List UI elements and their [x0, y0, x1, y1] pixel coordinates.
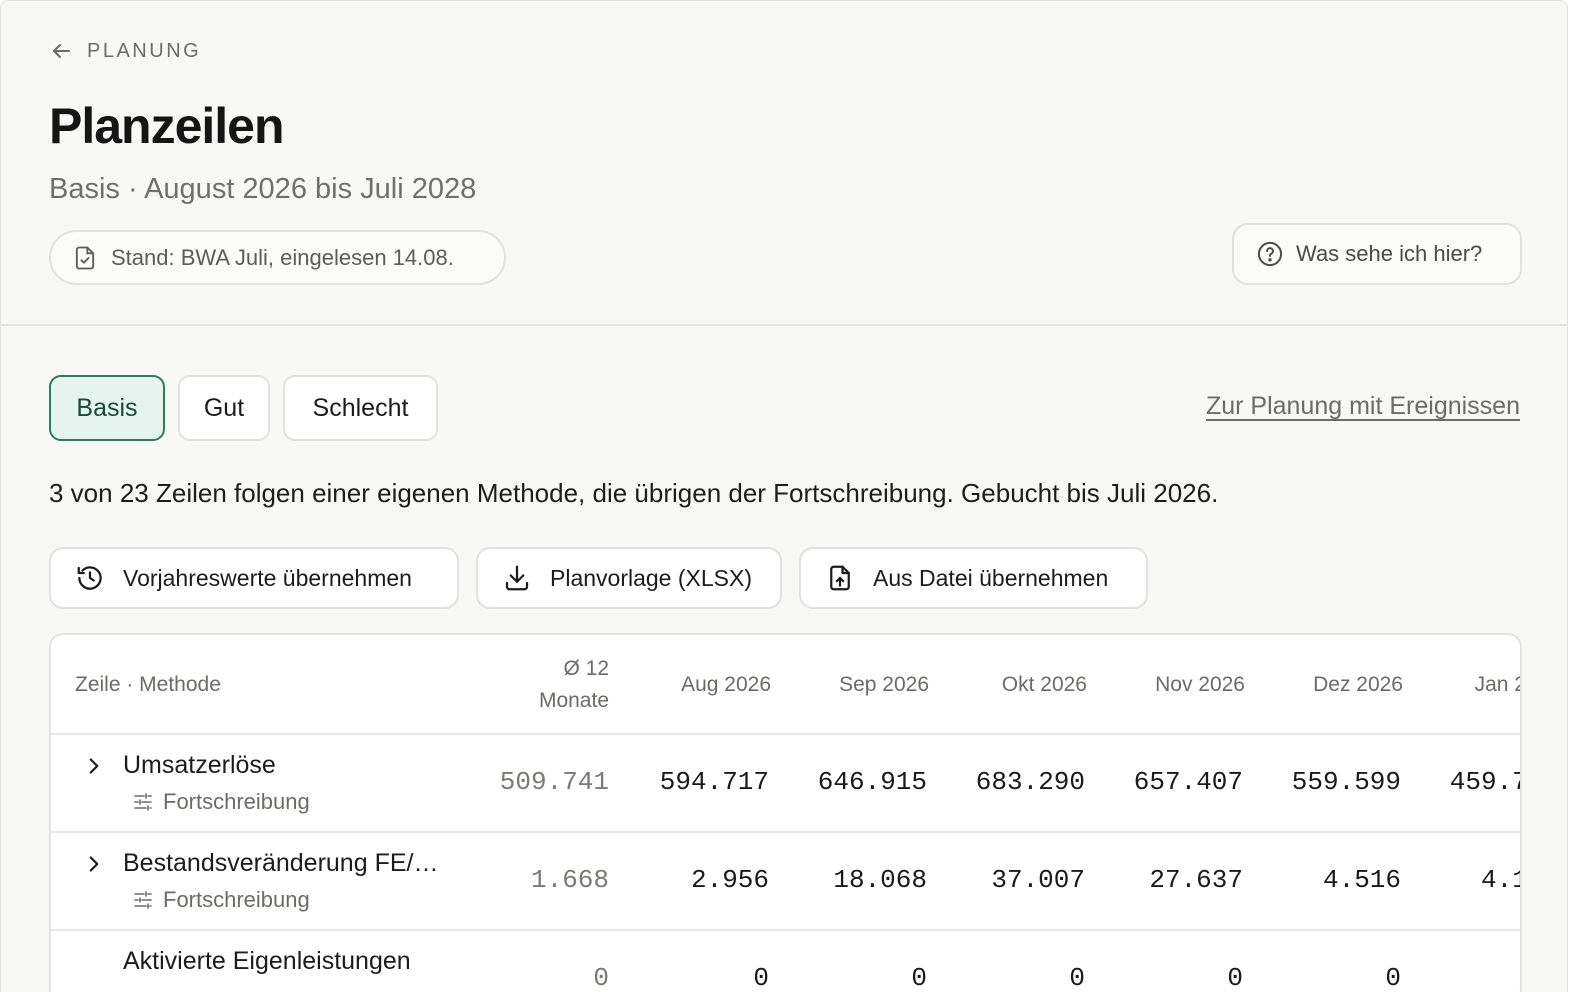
value-cell[interactable]: 27.637: [1085, 865, 1243, 895]
import-file-button[interactable]: Aus Datei übernehmen: [799, 547, 1148, 609]
value-cell[interactable]: 4.112: [1401, 865, 1520, 895]
column-header-month: Dez 2026: [1313, 673, 1403, 696]
file-check-icon: [75, 246, 95, 269]
column-header-month: Okt 2026: [1001, 673, 1087, 696]
page-title: Planzeilen: [49, 98, 285, 154]
column-header-month: Jan 2027: [1474, 673, 1520, 696]
help-button-label: Was sehe ich hier?: [1296, 241, 1483, 266]
column-header-average: Ø 12 Monate: [491, 653, 609, 717]
value-cell[interactable]: 0: [1085, 963, 1243, 992]
plan-lines-table: Zeile · Methode Ø 12 Monate Aug 2026 Sep…: [49, 633, 1522, 992]
value-cell[interactable]: 0: [1243, 963, 1401, 992]
value-cell[interactable]: 0: [927, 963, 1085, 992]
download-icon: [505, 565, 529, 591]
average-cell: 0: [593, 963, 609, 992]
template-download-label: Planvorlage (XLSX): [550, 564, 752, 591]
value-cell[interactable]: 683.290: [927, 767, 1085, 797]
table-viewport: Zeile · Methode Ø 12 Monate Aug 2026 Sep…: [51, 635, 1520, 992]
sliders-icon: [134, 891, 152, 909]
value-cell[interactable]: 37.007: [927, 865, 1085, 895]
action-bar: Vorjahreswerte übernehmen Planvorlage (X…: [49, 547, 1148, 609]
info-text: 3 von 23 Zeilen folgen einer eigenen Met…: [49, 478, 1219, 508]
page-header: PLANUNG Planzeilen Basis · August 2026 b…: [1, 1, 1567, 326]
row-name: Bestandsveränderung FE/…: [123, 849, 439, 877]
value-cell[interactable]: 0: [1401, 963, 1520, 992]
table-row[interactable]: Aktivierte Eigenleistungen 0 0 0 0 0 0 0: [51, 931, 1520, 992]
chevron-right-icon[interactable]: [81, 851, 107, 877]
tab-gut[interactable]: Gut: [178, 375, 270, 441]
tab-basis[interactable]: Basis: [49, 375, 165, 441]
scenario-tabs: Basis Gut Schlecht: [49, 375, 438, 441]
value-cell[interactable]: 646.915: [769, 767, 927, 797]
import-file-label: Aus Datei übernehmen: [873, 564, 1109, 591]
value-cell[interactable]: 2.956: [611, 865, 769, 895]
file-upload-icon: [830, 565, 850, 591]
template-download-button[interactable]: Planvorlage (XLSX): [476, 547, 782, 609]
help-button[interactable]: Was sehe ich hier?: [1232, 223, 1522, 285]
column-header-month: Nov 2026: [1155, 673, 1245, 696]
row-method[interactable]: Fortschreibung: [131, 789, 310, 815]
events-planning-link[interactable]: Zur Planung mit Ereignissen: [1206, 392, 1520, 421]
sliders-icon: [134, 793, 152, 811]
column-header-month: Aug 2026: [681, 673, 771, 696]
table-header: Zeile · Methode Ø 12 Monate Aug 2026 Sep…: [51, 635, 1520, 735]
table-row[interactable]: Umsatzerlöse Fortschreibung 509.741 594.…: [51, 735, 1520, 833]
value-cell[interactable]: 459.712: [1401, 767, 1520, 797]
row-method[interactable]: Fortschreibung: [131, 887, 310, 913]
value-cell[interactable]: 559.599: [1243, 767, 1401, 797]
planzeilen-page: PLANUNG Planzeilen Basis · August 2026 b…: [0, 0, 1568, 992]
column-header-average-line1: Ø 12: [563, 657, 609, 680]
value-cell[interactable]: 4.516: [1243, 865, 1401, 895]
table-row[interactable]: Bestandsveränderung FE/… Fortschreibung …: [51, 833, 1520, 931]
value-cell[interactable]: 0: [769, 963, 927, 992]
value-cell[interactable]: 594.717: [611, 767, 769, 797]
value-cell[interactable]: 657.407: [1085, 767, 1243, 797]
average-cell: 509.741: [499, 767, 609, 797]
back-link-label: PLANUNG: [87, 39, 202, 62]
back-link[interactable]: PLANUNG: [49, 39, 201, 63]
history-icon: [77, 566, 102, 590]
arrow-left-icon: [53, 44, 70, 58]
prior-year-button[interactable]: Vorjahreswerte übernehmen: [49, 547, 459, 609]
question-circle-icon: [1257, 241, 1283, 267]
page-subtitle: Basis · August 2026 bis Juli 2028: [49, 173, 477, 205]
value-cell[interactable]: 18.068: [769, 865, 927, 895]
prior-year-label: Vorjahreswerte übernehmen: [123, 564, 412, 591]
value-cell[interactable]: 0: [611, 963, 769, 992]
row-name: Umsatzerlöse: [123, 751, 276, 779]
column-header-line: Zeile · Methode: [75, 673, 221, 696]
column-header-month: Sep 2026: [839, 673, 929, 696]
row-name: Aktivierte Eigenleistungen: [123, 947, 411, 975]
data-status-chip: Stand: BWA Juli, eingelesen 14.08.: [49, 230, 506, 285]
chevron-right-icon[interactable]: [81, 753, 107, 779]
row-method-label: Fortschreibung: [163, 887, 310, 912]
average-cell: 1.668: [530, 865, 609, 895]
column-header-average-line2: Monate: [538, 689, 609, 712]
tab-schlecht[interactable]: Schlecht: [283, 375, 438, 441]
row-method-label: Fortschreibung: [163, 789, 310, 814]
data-status-text: Stand: BWA Juli, eingelesen 14.08.: [111, 244, 454, 270]
